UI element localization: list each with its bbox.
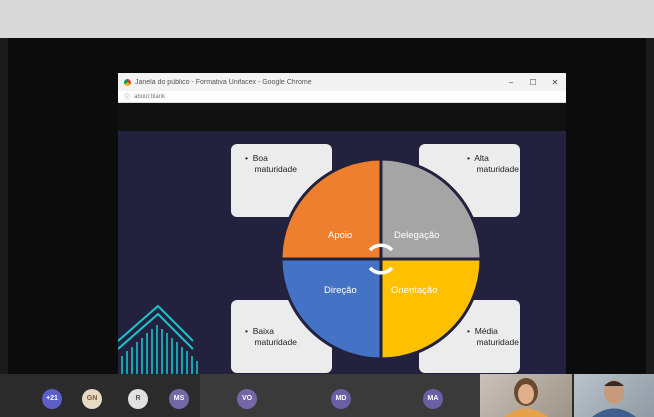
address-text: about:blank	[134, 93, 166, 100]
slide: • Boa maturidade • Alta maturidade • Bai…	[118, 131, 566, 384]
situational-leadership-circle: Apoio Delegação Direção Orientação	[278, 156, 484, 362]
quadrant-label-direcao: Direção	[324, 285, 357, 296]
participant-video-2[interactable]	[574, 374, 654, 417]
presentation-area: • Boa maturidade • Alta maturidade • Bai…	[118, 103, 566, 386]
quadrant-label-orientacao: Orientação	[391, 285, 438, 296]
chrome-icon	[124, 78, 131, 86]
avatar-vo[interactable]: VO	[237, 389, 257, 409]
avatar-r[interactable]: R	[128, 389, 148, 409]
avatar-ms[interactable]: MS	[169, 389, 189, 409]
info-icon: ⓘ	[124, 95, 131, 101]
window-title: Janela do público - Formativa Unifacex -…	[135, 78, 312, 86]
maximize-button[interactable]: ☐	[522, 78, 544, 87]
decorative-lines	[118, 304, 198, 384]
quadrant-delegacao	[379, 157, 483, 261]
quadrant-label-apoio: Apoio	[328, 230, 353, 241]
close-button[interactable]: ✕	[544, 78, 566, 87]
top-strip	[0, 0, 654, 38]
quadrant-orientacao	[379, 257, 483, 361]
avatar-ma[interactable]: MA	[423, 389, 443, 409]
avatar-gn[interactable]: GN	[82, 389, 102, 409]
minimize-button[interactable]: –	[500, 78, 522, 87]
address-bar[interactable]: ⓘ about:blank	[118, 91, 566, 103]
avatar-md[interactable]: MD	[331, 389, 351, 409]
browser-window: Janela do público - Formativa Unifacex -…	[118, 73, 566, 386]
quadrant-label-delegacao: Delegação	[394, 230, 440, 241]
more-participants-badge[interactable]: +21	[42, 389, 62, 409]
quadrant-apoio	[279, 157, 383, 261]
participant-video-1[interactable]	[480, 374, 572, 417]
quadrant-direcao	[279, 257, 383, 361]
browser-titlebar: Janela do público - Formativa Unifacex -…	[118, 73, 566, 91]
shared-screen: Janela do público - Formativa Unifacex -…	[8, 38, 646, 386]
